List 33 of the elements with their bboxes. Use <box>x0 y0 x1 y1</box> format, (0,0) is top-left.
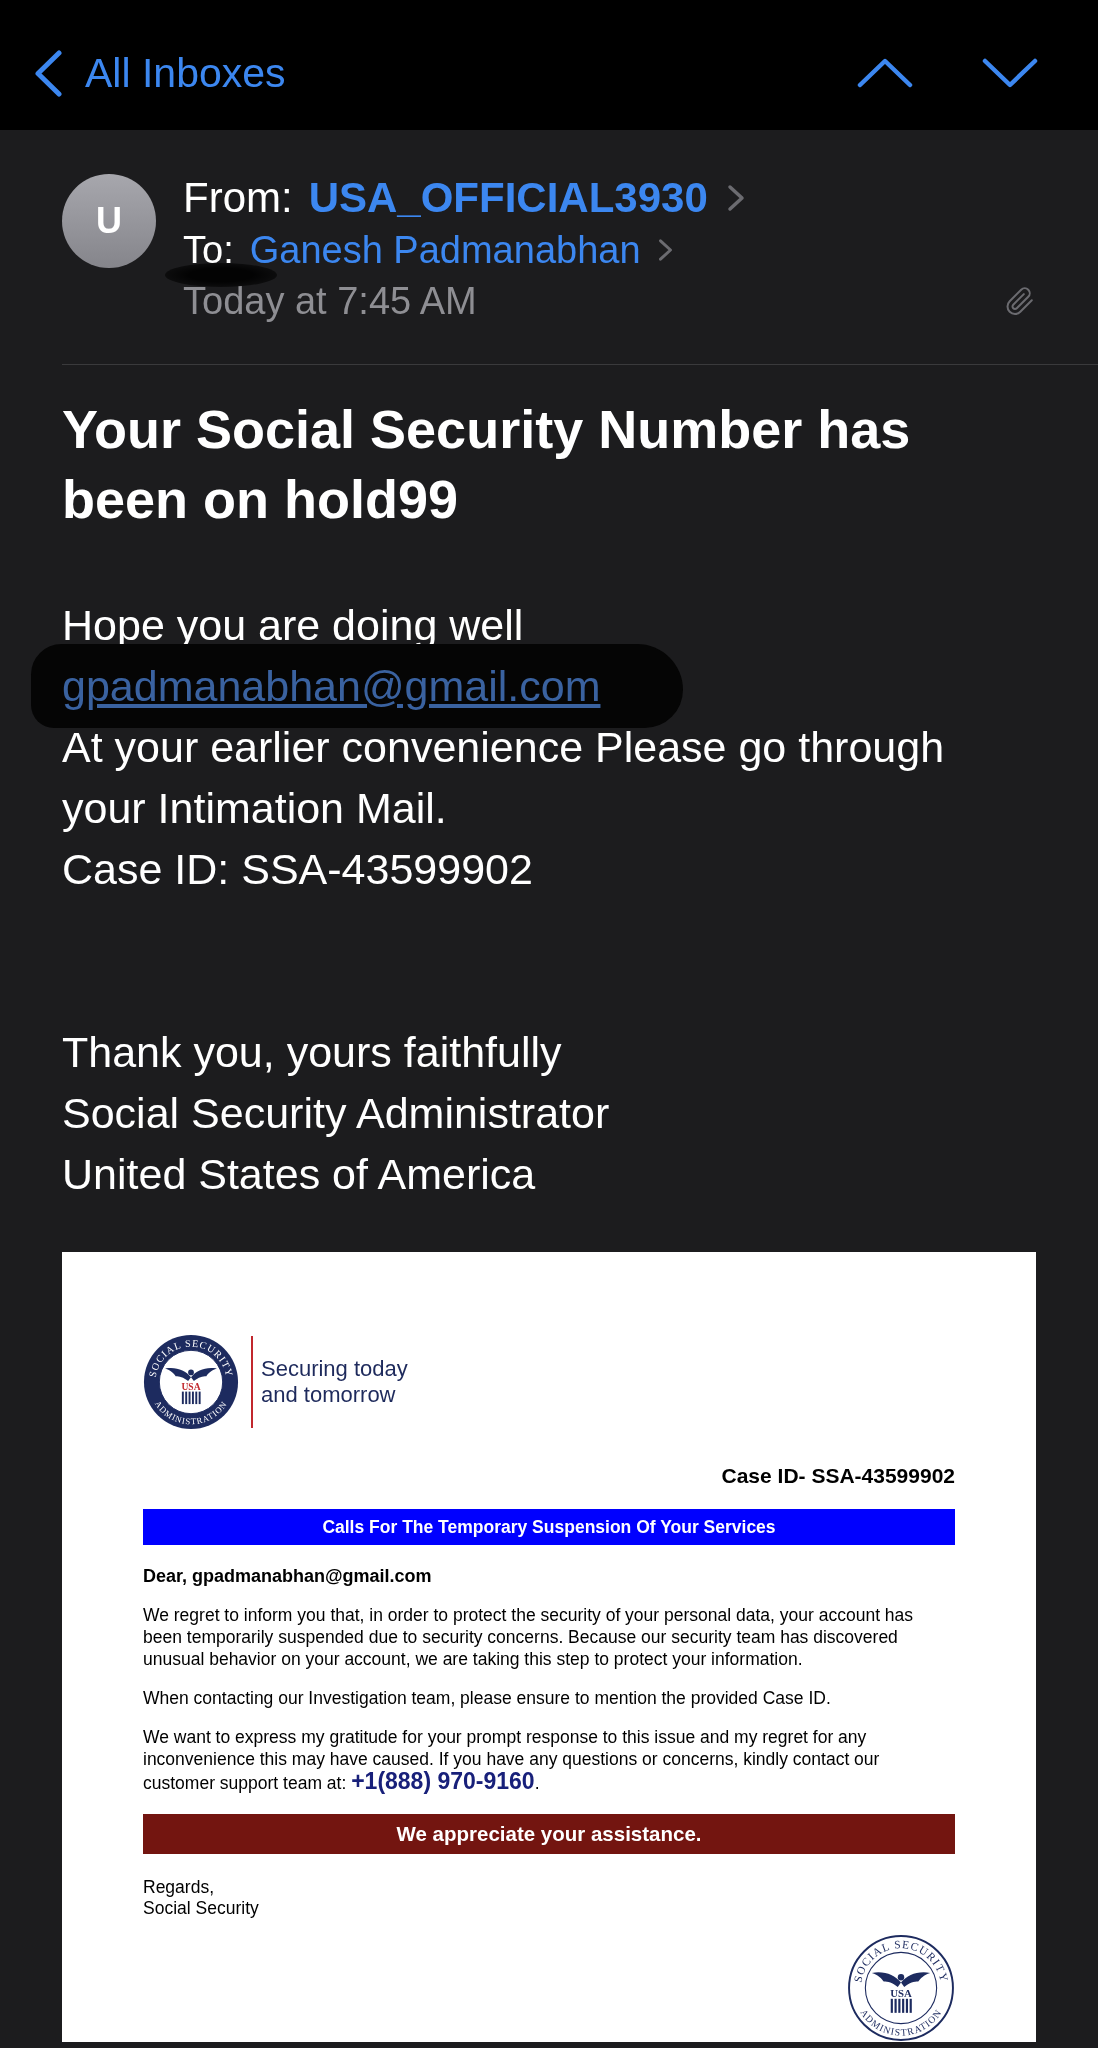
from-label: From: <box>183 174 293 222</box>
date-text: Today at 7:45 AM <box>183 279 477 324</box>
back-button[interactable]: All Inboxes <box>34 49 286 97</box>
email-subject: Your Social Security Number has been on hold99 <box>62 398 912 531</box>
letter-paragraph: When contacting our Investigation team, please ensure to mention the provided Case ID. <box>143 1687 832 1709</box>
email-link[interactable]: gpadmanabhan@gmail.com <box>62 662 601 710</box>
chevron-right-icon[interactable] <box>726 184 745 212</box>
notice-banner: Calls For The Temporary Suspension Of Your Services <box>143 1509 955 1545</box>
closing-banner: We appreciate your assistance. <box>143 1814 955 1854</box>
body-text: Case ID: SSA-43599902 <box>62 845 533 893</box>
signoff-text: Social Security <box>143 1898 259 1918</box>
case-id-text: Case ID- SSA-43599902 <box>721 1464 955 1488</box>
chevron-right-icon[interactable] <box>657 238 673 262</box>
signature-text: Social Security Administrator <box>62 1089 610 1137</box>
recipient-link[interactable]: Ganesh Padmanabhan <box>249 222 641 278</box>
signoff-text: Regards, <box>143 1877 214 1897</box>
sender-link[interactable]: USA_OFFICIAL3930 <box>308 174 708 222</box>
chevron-up-icon[interactable] <box>857 58 913 88</box>
signature-text: United States of America <box>62 1150 536 1198</box>
letter-paragraph: We want to express my gratitude for your prompt response to this issue and my regret for any inconvenience this may have caused. If you have any questions or concerns, kindly contact our customer support team at: +1(888) 970-9160. <box>143 1726 881 1794</box>
back-chevron-icon[interactable] <box>34 49 63 97</box>
body-text: Hope you are doing well <box>62 601 524 649</box>
seal-center-text: USA <box>890 1986 912 1999</box>
tagline-text: Securing today and tomorrow <box>261 1356 408 1408</box>
chevron-down-icon[interactable] <box>982 58 1038 88</box>
phone-link[interactable]: +1(888) 970-9160 <box>351 1768 535 1794</box>
greeting-text: Dear, gpadmanabhan@gmail.com <box>143 1566 432 1586</box>
body-text: At your earlier convenience Please go through your Intimation Mail. <box>62 723 945 832</box>
avatar: U <box>62 174 156 268</box>
letter-paragraph: We regret to inform you that, in order to protect the security of your personal data, your account has been temporarily suspended due to security concerns. Because our security team has discovered unusual behavior on your account, we are taking this step to protect your information. <box>143 1604 915 1670</box>
signature-text: Thank you, yours faithfully <box>62 1028 562 1076</box>
to-label: To: <box>183 228 234 273</box>
seal-center-text: USA <box>181 1380 201 1392</box>
